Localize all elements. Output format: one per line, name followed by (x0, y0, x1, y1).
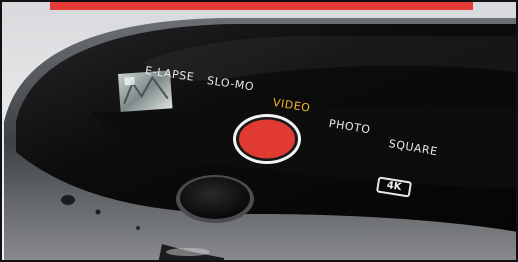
screw-left (136, 226, 140, 230)
headphone-jack (61, 195, 75, 205)
phone-scene (4, 18, 516, 260)
photo-frame: E-LAPSE SLO-MO VIDEO PHOTO SQUARE 4K (0, 0, 518, 262)
record-button (233, 114, 301, 164)
home-button (176, 175, 254, 223)
microphone-hole (95, 209, 101, 215)
port-highlight (166, 248, 210, 256)
